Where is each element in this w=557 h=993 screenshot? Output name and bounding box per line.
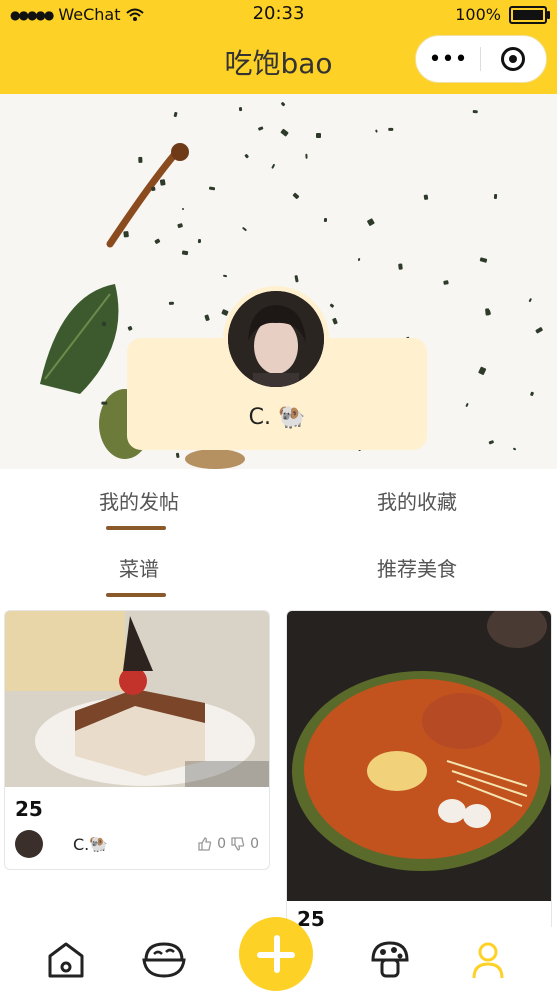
spice-speck (182, 250, 189, 256)
dislikes-count: 0 (250, 836, 259, 852)
spice-speck (101, 401, 108, 405)
battery-icon (509, 5, 550, 24)
sheep-emoji: 🐏 (89, 835, 108, 853)
post-title: 25 (15, 797, 43, 821)
rice-bowl-icon[interactable] (142, 940, 186, 980)
spice-speck (485, 308, 490, 317)
person-icon[interactable] (468, 940, 508, 980)
post-card[interactable]: 25 (286, 610, 552, 942)
spice-speck (238, 106, 242, 112)
tab-label: 推荐美食 (377, 557, 457, 581)
tab-recipes[interactable]: 菜谱 (0, 537, 278, 601)
spice-speck (138, 156, 143, 164)
spice-speck (304, 154, 308, 159)
spice-speck (293, 275, 299, 283)
spice-speck (168, 301, 174, 305)
spice-speck (316, 132, 322, 138)
sheep-emoji: 🐏 (277, 405, 306, 430)
nav-bar: 吃饱bao ••• (0, 30, 557, 94)
primary-tabs: 我的发帖 我的收藏 (0, 470, 557, 534)
author-name: C. (73, 834, 90, 854)
battery-percent: 100% (455, 5, 501, 24)
target-icon (501, 47, 525, 71)
secondary-tabs: 菜谱 推荐美食 (0, 537, 557, 601)
spice-speck (443, 279, 450, 285)
tab-label: 我的收藏 (377, 490, 457, 514)
profile-name: C. 🐏 (127, 405, 427, 430)
add-post-button[interactable] (239, 917, 313, 991)
home-icon[interactable] (46, 940, 86, 980)
thumbs-up-icon[interactable] (197, 836, 213, 852)
post-image-tiramisu (5, 611, 269, 787)
spice-speck (175, 452, 180, 459)
spice-speck (388, 127, 394, 131)
spice-speck (123, 230, 129, 238)
tab-label: 我的发帖 (99, 490, 179, 514)
active-tab-indicator (106, 526, 166, 530)
author-avatar (15, 830, 43, 858)
spice-speck (374, 129, 378, 133)
tab-my-favorites[interactable]: 我的收藏 (278, 470, 556, 534)
tab-recommended-food[interactable]: 推荐美食 (278, 537, 556, 601)
spice-speck (397, 263, 404, 270)
mushroom-icon[interactable] (370, 940, 410, 980)
close-miniprogram-button[interactable] (481, 47, 545, 71)
status-bar: ●●●●● WeChat 20:33 100% (0, 0, 557, 30)
post-card[interactable]: 25 C. 🐏 0 0 (4, 610, 270, 870)
thumbs-down-icon[interactable] (230, 836, 246, 852)
more-button[interactable]: ••• (416, 47, 480, 72)
tab-my-posts[interactable]: 我的发帖 (0, 470, 278, 534)
miniprogram-capsule: ••• (415, 35, 547, 83)
spice-speck (159, 178, 166, 186)
tab-label: 菜谱 (119, 557, 159, 581)
post-image-hotpot (287, 611, 551, 901)
avatar[interactable] (228, 291, 324, 387)
likes-count: 0 (217, 836, 227, 852)
active-tab-indicator (106, 593, 166, 597)
profile-name-text: C. (248, 405, 271, 430)
